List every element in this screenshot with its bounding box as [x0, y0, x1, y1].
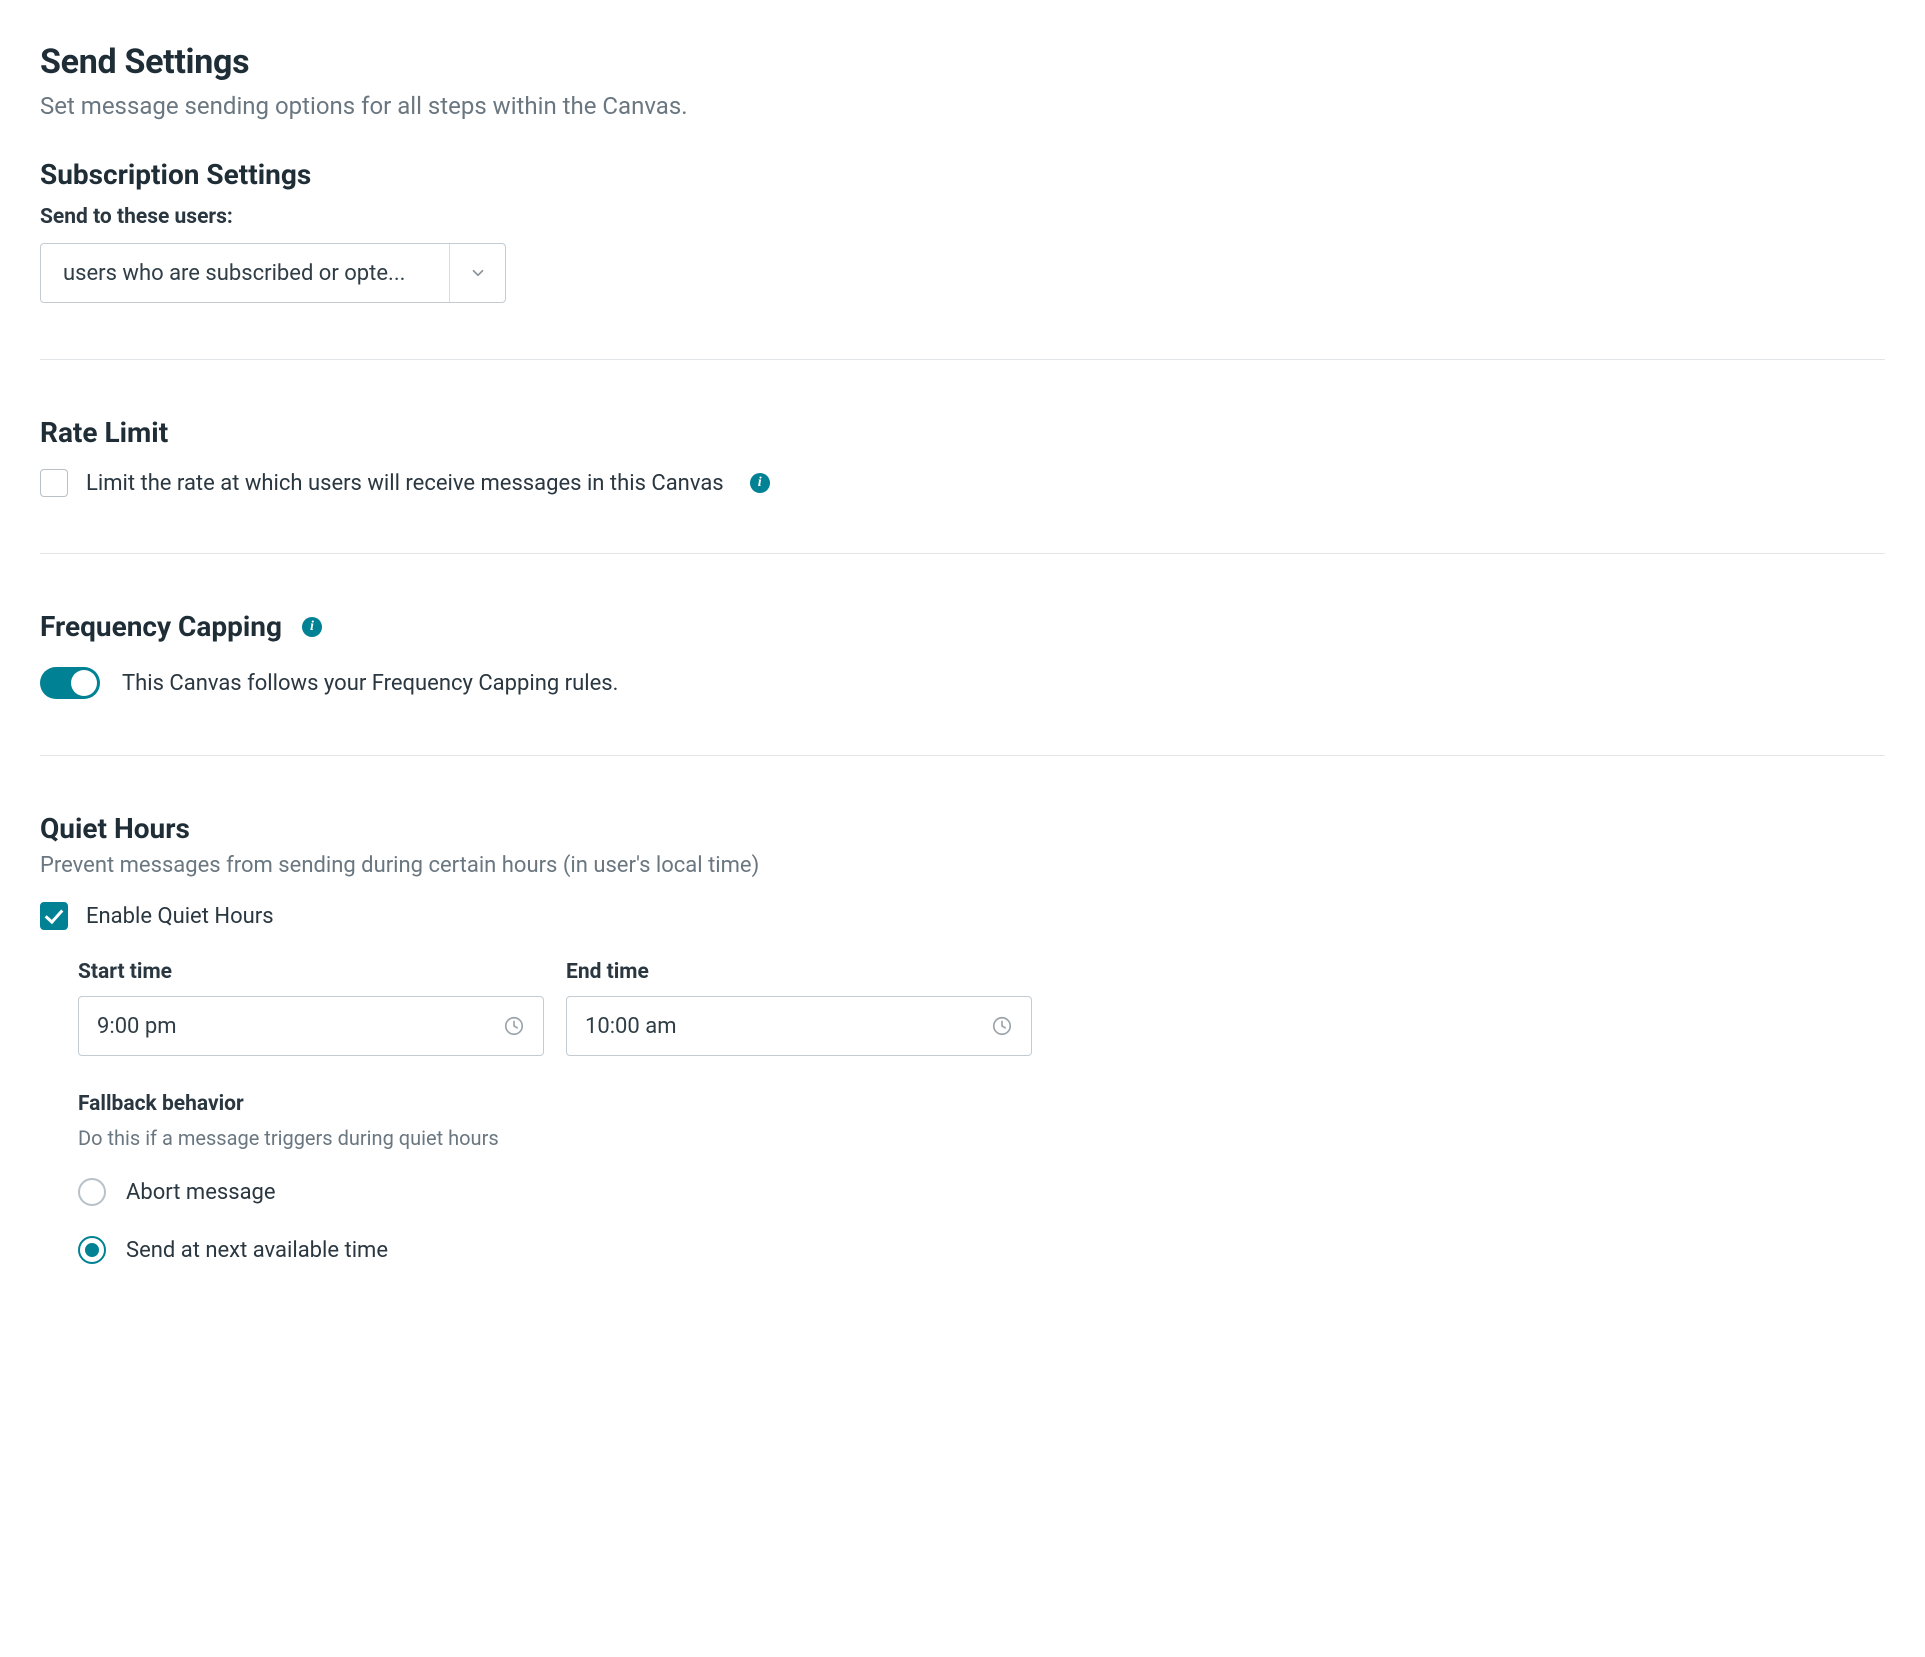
section-divider — [40, 755, 1885, 756]
fallback-behavior-description: Do this if a message triggers during qui… — [78, 1126, 1885, 1150]
chevron-down-icon — [449, 244, 505, 302]
frequency-capping-toggle[interactable] — [40, 667, 100, 699]
enable-quiet-hours-label: Enable Quiet Hours — [86, 904, 274, 929]
clock-icon — [503, 1015, 525, 1037]
fallback-abort-label: Abort message — [126, 1180, 276, 1205]
quiet-hours-title: Quiet Hours — [40, 812, 1885, 845]
send-to-users-label: Send to these users: — [40, 205, 1885, 229]
send-to-users-value: users who are subscribed or opte... — [41, 244, 449, 302]
end-time-value: 10:00 am — [585, 1014, 677, 1039]
rate-limit-checkbox[interactable] — [40, 469, 68, 497]
fallback-send-next-radio[interactable] — [78, 1236, 106, 1264]
rate-limit-title: Rate Limit — [40, 416, 1885, 449]
fallback-send-next-label: Send at next available time — [126, 1238, 388, 1263]
rate-limit-checkbox-label: Limit the rate at which users will recei… — [86, 471, 724, 496]
end-time-label: End time — [566, 960, 1032, 984]
fallback-behavior-title: Fallback behavior — [78, 1092, 1885, 1116]
frequency-capping-toggle-label: This Canvas follows your Frequency Cappi… — [122, 671, 618, 696]
section-divider — [40, 359, 1885, 360]
send-to-users-select[interactable]: users who are subscribed or opte... — [40, 243, 506, 303]
fallback-abort-radio[interactable] — [78, 1178, 106, 1206]
page-subtitle: Set message sending options for all step… — [40, 92, 1885, 120]
start-time-input[interactable]: 9:00 pm — [78, 996, 544, 1056]
enable-quiet-hours-checkbox[interactable] — [40, 902, 68, 930]
section-divider — [40, 553, 1885, 554]
frequency-capping-title: Frequency Capping — [40, 610, 282, 643]
page-title: Send Settings — [40, 42, 1885, 82]
quiet-hours-description: Prevent messages from sending during cer… — [40, 853, 1885, 878]
toggle-knob — [71, 670, 97, 696]
end-time-input[interactable]: 10:00 am — [566, 996, 1032, 1056]
clock-icon — [991, 1015, 1013, 1037]
start-time-label: Start time — [78, 960, 544, 984]
info-icon[interactable]: i — [302, 617, 322, 637]
start-time-value: 9:00 pm — [97, 1014, 177, 1039]
subscription-settings-title: Subscription Settings — [40, 158, 1885, 191]
info-icon[interactable]: i — [750, 473, 770, 493]
